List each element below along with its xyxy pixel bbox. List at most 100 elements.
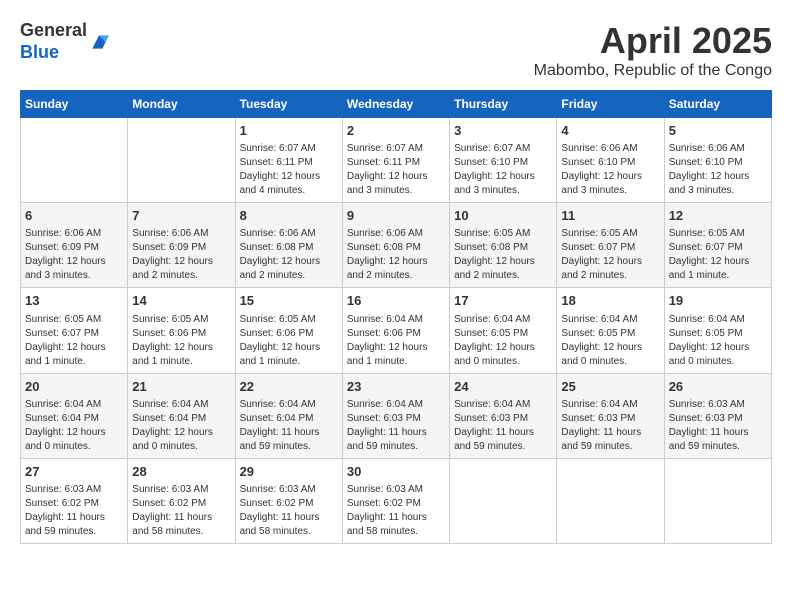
calendar-day-header: Friday — [557, 91, 664, 118]
calendar-day-cell: 8 Sunrise: 6:06 AM Sunset: 6:08 PM Daylig… — [235, 203, 342, 288]
calendar-day-header: Saturday — [664, 91, 771, 118]
day-number: 5 — [669, 122, 767, 140]
day-number: 25 — [561, 378, 659, 396]
day-number: 3 — [454, 122, 552, 140]
day-number: 28 — [132, 463, 230, 481]
calendar-day-cell: 20 Sunrise: 6:04 AM Sunset: 6:04 PM Dayli… — [21, 373, 128, 458]
day-number: 10 — [454, 207, 552, 225]
day-details: Sunrise: 6:04 AM Sunset: 6:03 PM Dayligh… — [454, 398, 552, 454]
day-number: 12 — [669, 207, 767, 225]
day-number: 11 — [561, 207, 659, 225]
day-details: Sunrise: 6:04 AM Sunset: 6:04 PM Dayligh… — [132, 398, 230, 454]
calendar-day-cell: 19Sunrise: 6:04 AM Sunset: 6:05 PM Dayli… — [664, 288, 771, 373]
day-number: 21 — [132, 378, 230, 396]
day-number: 8 — [240, 207, 338, 225]
calendar-day-cell: 3 Sunrise: 6:07 AM Sunset: 6:10 PM Daylig… — [450, 118, 557, 203]
day-details: Sunrise: 6:04 AM Sunset: 6:05 PM Dayligh… — [454, 313, 552, 369]
calendar-week-row: 1Sunrise: 6:07 AM Sunset: 6:11 PM Daylig… — [21, 118, 772, 203]
day-number: 13 — [25, 292, 123, 310]
calendar-day-cell: 11 Sunrise: 6:05 AM Sunset: 6:07 PM Dayli… — [557, 203, 664, 288]
calendar-week-row: 6 Sunrise: 6:06 AM Sunset: 6:09 PM Daylig… — [21, 203, 772, 288]
day-number: 17 — [454, 292, 552, 310]
calendar-day-cell — [21, 118, 128, 203]
logo-general-text: General — [20, 20, 87, 40]
calendar-day-cell: 28 Sunrise: 6:03 AM Sunset: 6:02 PM Dayli… — [128, 458, 235, 543]
day-number: 20 — [25, 378, 123, 396]
day-number: 9 — [347, 207, 445, 225]
calendar-day-cell: 14 Sunrise: 6:05 AM Sunset: 6:06 PM Dayli… — [128, 288, 235, 373]
day-number: 2 — [347, 122, 445, 140]
day-details: Sunrise: 6:05 AM Sunset: 6:06 PM Dayligh… — [132, 313, 230, 369]
calendar-day-cell: 30Sunrise: 6:03 AM Sunset: 6:02 PM Dayli… — [342, 458, 449, 543]
calendar-day-cell: 15 Sunrise: 6:05 AM Sunset: 6:06 PM Dayli… — [235, 288, 342, 373]
calendar-header-row: SundayMondayTuesdayWednesdayThursdayFrid… — [21, 91, 772, 118]
location-subtitle: Mabombo, Republic of the Congo — [534, 62, 772, 80]
day-details: Sunrise: 6:05 AM Sunset: 6:07 PM Dayligh… — [25, 313, 123, 369]
day-details: Sunrise: 6:03 AM Sunset: 6:02 PM Dayligh… — [132, 483, 230, 539]
month-year-title: April 2025 — [534, 20, 772, 62]
calendar-day-cell: 5 Sunrise: 6:06 AM Sunset: 6:10 PM Daylig… — [664, 118, 771, 203]
day-details: Sunrise: 6:06 AM Sunset: 6:10 PM Dayligh… — [561, 142, 659, 198]
day-details: Sunrise: 6:04 AM Sunset: 6:03 PM Dayligh… — [347, 398, 445, 454]
day-details: Sunrise: 6:04 AM Sunset: 6:03 PM Dayligh… — [561, 398, 659, 454]
day-number: 6 — [25, 207, 123, 225]
calendar-day-header: Wednesday — [342, 91, 449, 118]
day-number: 24 — [454, 378, 552, 396]
calendar-day-header: Sunday — [21, 91, 128, 118]
day-number: 15 — [240, 292, 338, 310]
day-details: Sunrise: 6:03 AM Sunset: 6:02 PM Dayligh… — [240, 483, 338, 539]
calendar-day-cell: 7Sunrise: 6:06 AM Sunset: 6:09 PM Daylig… — [128, 203, 235, 288]
calendar-day-cell — [128, 118, 235, 203]
calendar-day-cell: 16 Sunrise: 6:04 AM Sunset: 6:06 PM Dayli… — [342, 288, 449, 373]
day-details: Sunrise: 6:03 AM Sunset: 6:02 PM Dayligh… — [347, 483, 445, 539]
calendar-day-cell — [664, 458, 771, 543]
day-details: Sunrise: 6:07 AM Sunset: 6:11 PM Dayligh… — [347, 142, 445, 198]
calendar-day-cell: 17 Sunrise: 6:04 AM Sunset: 6:05 PM Dayli… — [450, 288, 557, 373]
calendar-day-cell: 6 Sunrise: 6:06 AM Sunset: 6:09 PM Daylig… — [21, 203, 128, 288]
day-number: 29 — [240, 463, 338, 481]
day-details: Sunrise: 6:06 AM Sunset: 6:09 PM Dayligh… — [25, 227, 123, 283]
day-details: Sunrise: 6:07 AM Sunset: 6:10 PM Dayligh… — [454, 142, 552, 198]
calendar-day-cell: 13 Sunrise: 6:05 AM Sunset: 6:07 PM Dayli… — [21, 288, 128, 373]
day-details: Sunrise: 6:06 AM Sunset: 6:08 PM Dayligh… — [347, 227, 445, 283]
calendar-day-cell: 18 Sunrise: 6:04 AM Sunset: 6:05 PM Dayli… — [557, 288, 664, 373]
calendar-week-row: 27Sunrise: 6:03 AM Sunset: 6:02 PM Dayli… — [21, 458, 772, 543]
calendar-day-cell: 27Sunrise: 6:03 AM Sunset: 6:02 PM Dayli… — [21, 458, 128, 543]
title-area: April 2025 Mabombo, Republic of the Cong… — [534, 20, 772, 80]
day-details: Sunrise: 6:03 AM Sunset: 6:03 PM Dayligh… — [669, 398, 767, 454]
day-number: 18 — [561, 292, 659, 310]
day-details: Sunrise: 6:04 AM Sunset: 6:06 PM Dayligh… — [347, 313, 445, 369]
calendar-day-cell: 23 Sunrise: 6:04 AM Sunset: 6:03 PM Dayli… — [342, 373, 449, 458]
logo-icon — [89, 32, 109, 52]
day-details: Sunrise: 6:04 AM Sunset: 6:04 PM Dayligh… — [25, 398, 123, 454]
calendar-week-row: 13 Sunrise: 6:05 AM Sunset: 6:07 PM Dayli… — [21, 288, 772, 373]
day-number: 7 — [132, 207, 230, 225]
day-number: 23 — [347, 378, 445, 396]
calendar-table: SundayMondayTuesdayWednesdayThursdayFrid… — [20, 90, 772, 544]
day-details: Sunrise: 6:05 AM Sunset: 6:07 PM Dayligh… — [669, 227, 767, 283]
day-number: 14 — [132, 292, 230, 310]
calendar-day-cell: 4 Sunrise: 6:06 AM Sunset: 6:10 PM Daylig… — [557, 118, 664, 203]
day-details: Sunrise: 6:06 AM Sunset: 6:08 PM Dayligh… — [240, 227, 338, 283]
calendar-day-cell: 24 Sunrise: 6:04 AM Sunset: 6:03 PM Dayli… — [450, 373, 557, 458]
calendar-day-cell: 12 Sunrise: 6:05 AM Sunset: 6:07 PM Dayli… — [664, 203, 771, 288]
calendar-day-cell: 29 Sunrise: 6:03 AM Sunset: 6:02 PM Dayli… — [235, 458, 342, 543]
day-details: Sunrise: 6:06 AM Sunset: 6:10 PM Dayligh… — [669, 142, 767, 198]
day-details: Sunrise: 6:05 AM Sunset: 6:06 PM Dayligh… — [240, 313, 338, 369]
day-number: 26 — [669, 378, 767, 396]
day-number: 22 — [240, 378, 338, 396]
day-number: 16 — [347, 292, 445, 310]
calendar-day-cell: 25 Sunrise: 6:04 AM Sunset: 6:03 PM Dayli… — [557, 373, 664, 458]
calendar-day-cell: 1Sunrise: 6:07 AM Sunset: 6:11 PM Daylig… — [235, 118, 342, 203]
calendar-day-cell: 26 Sunrise: 6:03 AM Sunset: 6:03 PM Dayli… — [664, 373, 771, 458]
calendar-week-row: 20 Sunrise: 6:04 AM Sunset: 6:04 PM Dayli… — [21, 373, 772, 458]
header: General Blue April 2025 Mabombo, Republi… — [20, 20, 772, 80]
calendar-day-cell: 9 Sunrise: 6:06 AM Sunset: 6:08 PM Daylig… — [342, 203, 449, 288]
day-details: Sunrise: 6:04 AM Sunset: 6:05 PM Dayligh… — [561, 313, 659, 369]
day-number: 4 — [561, 122, 659, 140]
day-details: Sunrise: 6:04 AM Sunset: 6:04 PM Dayligh… — [240, 398, 338, 454]
day-details: Sunrise: 6:05 AM Sunset: 6:07 PM Dayligh… — [561, 227, 659, 283]
day-details: Sunrise: 6:07 AM Sunset: 6:11 PM Dayligh… — [240, 142, 338, 198]
calendar-day-header: Monday — [128, 91, 235, 118]
logo-blue-text: Blue — [20, 42, 59, 62]
